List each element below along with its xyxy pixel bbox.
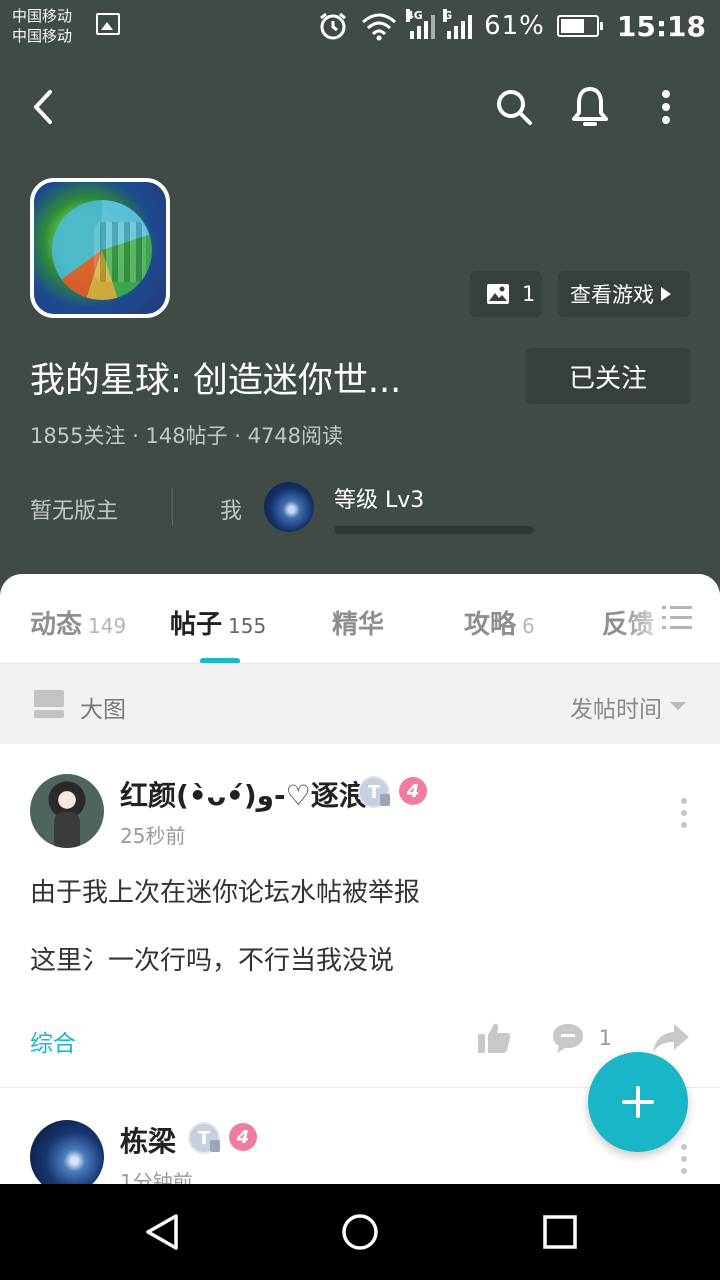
search-icon bbox=[497, 90, 532, 125]
post-category-tag[interactable]: 综合 bbox=[30, 1024, 76, 1058]
search-button[interactable] bbox=[484, 72, 544, 142]
signal-4g-icon: 4G bbox=[406, 9, 436, 39]
my-avatar[interactable] bbox=[264, 482, 314, 532]
post-body-line: 这里氵一次行吗，不行当我没说 bbox=[30, 946, 395, 976]
tab-label: 动态 bbox=[30, 610, 83, 640]
status-indicators: 4G G 61% 15:18 bbox=[318, 0, 706, 52]
carrier-2: 中国移动 bbox=[12, 27, 73, 45]
username[interactable]: 红颜(•̀ᴗ•́)و-♡逐浪 bbox=[120, 774, 367, 814]
divider bbox=[172, 488, 173, 526]
tab-count: 6 bbox=[522, 614, 535, 638]
wifi-icon bbox=[362, 13, 397, 41]
bell-icon bbox=[572, 87, 608, 126]
play-arrow-icon bbox=[661, 287, 671, 301]
large-image-mode-icon[interactable] bbox=[34, 690, 64, 718]
like-thumb-icon[interactable] bbox=[477, 1022, 511, 1054]
tab-label: 帖子 bbox=[170, 610, 223, 640]
more-menu-button[interactable] bbox=[636, 72, 696, 142]
system-nav-bar bbox=[0, 1184, 720, 1280]
follow-button[interactable]: 已关注 bbox=[526, 348, 690, 404]
tab-dynamics[interactable]: 动态 149 bbox=[30, 604, 126, 641]
top-action-bar bbox=[0, 72, 720, 142]
post-body-line: 由于我上次在迷你论坛水帖被举报 bbox=[30, 878, 421, 908]
forum-header: 中国移动 中国移动 4G G 61% 15:18 1 查看游戏 我的星球: 创造… bbox=[0, 0, 720, 600]
image-count-button[interactable]: 1 bbox=[470, 271, 542, 317]
home-circle-icon bbox=[342, 1214, 378, 1250]
new-post-button[interactable] bbox=[588, 1052, 688, 1152]
post-time: 25秒前 bbox=[120, 824, 186, 848]
view-game-button[interactable]: 查看游戏 bbox=[558, 271, 690, 317]
sort-dropdown[interactable]: 发帖时间 bbox=[570, 690, 662, 724]
post-more-button[interactable] bbox=[678, 1144, 690, 1174]
carrier-1: 中国移动 bbox=[12, 7, 73, 25]
forum-stats: 1855关注 · 148帖子 · 4748阅读 bbox=[30, 424, 344, 448]
game-title: 我的星球: 创造迷你世... bbox=[30, 361, 402, 401]
carrier-text: 中国移动 中国移动 bbox=[12, 6, 72, 46]
nav-home-button[interactable] bbox=[300, 1184, 420, 1280]
network-1-label: 4G bbox=[406, 9, 423, 22]
tab-count: 155 bbox=[228, 614, 267, 638]
comment-button[interactable]: 1 bbox=[551, 1022, 612, 1054]
network-2-label: G bbox=[443, 9, 453, 22]
username[interactable]: 栋梁 bbox=[120, 1120, 176, 1160]
title-badge-icon: T bbox=[188, 1122, 220, 1154]
notification-button[interactable] bbox=[560, 72, 620, 142]
clock: 15:18 bbox=[616, 9, 706, 43]
battery-icon bbox=[556, 15, 603, 37]
tab-label: 精华 bbox=[332, 610, 385, 640]
gallery-notification-icon bbox=[96, 13, 120, 35]
tab-bar: 动态149 帖子155 精华 攻略6 反馈 bbox=[0, 574, 720, 664]
signal-g-icon: G bbox=[443, 9, 473, 39]
chevron-down-icon bbox=[670, 702, 686, 710]
more-vertical-icon bbox=[662, 90, 670, 124]
moderator-text: 暂无版主 bbox=[30, 499, 119, 524]
tab-list-button[interactable] bbox=[662, 605, 692, 635]
view-mode-toggle[interactable]: 大图 bbox=[80, 690, 126, 724]
nav-back-button[interactable] bbox=[102, 1184, 222, 1280]
nav-recents-button[interactable] bbox=[500, 1184, 620, 1280]
title-badge-icon: T bbox=[358, 776, 390, 808]
list-icon bbox=[662, 606, 692, 629]
back-triangle-icon bbox=[146, 1214, 178, 1250]
me-label: 我 bbox=[220, 499, 243, 524]
comment-icon bbox=[552, 1024, 583, 1053]
game-icon[interactable] bbox=[30, 178, 170, 318]
my-level: 等级 Lv3 bbox=[334, 488, 425, 513]
alarm-icon bbox=[320, 12, 346, 40]
recents-square-icon bbox=[543, 1215, 577, 1249]
tab-guides[interactable]: 攻略 6 bbox=[464, 604, 535, 641]
level-badge: 4 bbox=[229, 1123, 257, 1151]
back-button[interactable] bbox=[14, 72, 74, 142]
level-progress-bar bbox=[334, 526, 534, 534]
post-card[interactable]: 红颜(•̀ᴗ•́)و-♡逐浪 T 4 25秒前 由于我上次在迷你论坛水帖被举报 … bbox=[0, 744, 720, 1088]
tab-count: 149 bbox=[88, 614, 127, 638]
post-time: 1分钟前 bbox=[120, 1170, 193, 1184]
level-badge: 4 bbox=[399, 777, 427, 805]
user-avatar[interactable] bbox=[30, 774, 104, 848]
plus-icon bbox=[622, 1086, 654, 1118]
status-bar: 中国移动 中国移动 4G G 61% 15:18 bbox=[0, 0, 720, 52]
image-icon bbox=[487, 284, 509, 304]
share-arrow-icon[interactable] bbox=[652, 1023, 690, 1053]
tab-label: 攻略 bbox=[464, 610, 517, 640]
tab-featured[interactable]: 精华 bbox=[332, 604, 384, 641]
tab-posts[interactable]: 帖子 155 bbox=[170, 604, 266, 641]
user-avatar[interactable] bbox=[30, 1120, 104, 1184]
back-arrow-icon bbox=[34, 90, 52, 124]
filter-bar: 大图 发帖时间 bbox=[0, 664, 720, 744]
post-actions: 1 bbox=[477, 1018, 690, 1058]
view-game-label: 查看游戏 bbox=[570, 283, 654, 307]
battery-percent: 61% bbox=[484, 11, 545, 41]
post-more-button[interactable] bbox=[678, 798, 690, 828]
comment-count: 1 bbox=[598, 1026, 612, 1050]
image-count: 1 bbox=[522, 282, 536, 306]
